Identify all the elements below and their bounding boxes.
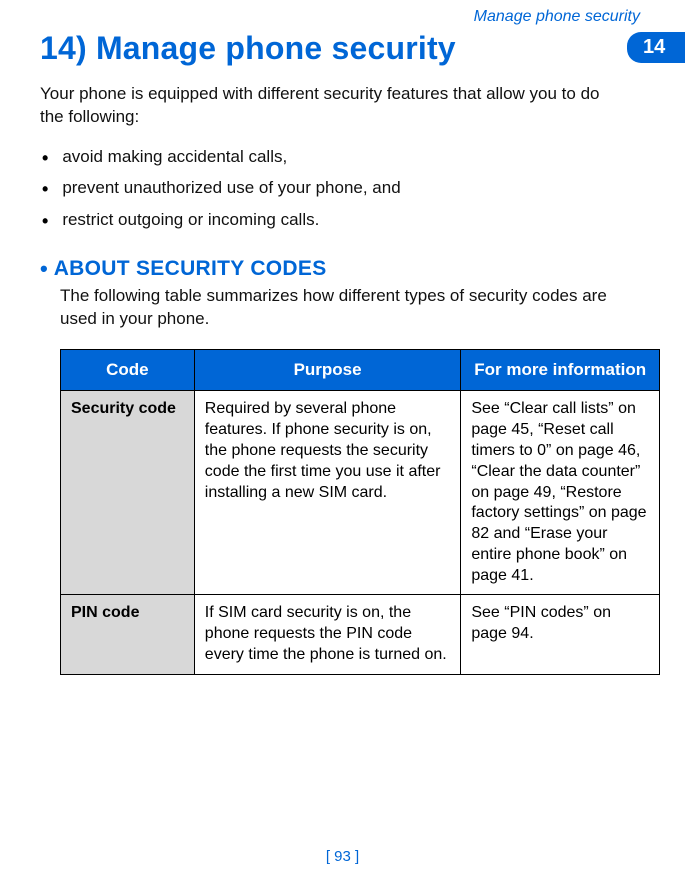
chapter-title-text: Manage phone security	[96, 30, 456, 66]
table-row: PIN code If SIM card security is on, the…	[61, 595, 660, 674]
table-header-row: Code Purpose For more information	[61, 349, 660, 390]
section-title: ABOUT SECURITY CODES	[54, 257, 327, 281]
list-item-text: prevent unauthorized use of your phone, …	[62, 178, 400, 198]
list-item: • restrict outgoing or incoming calls.	[40, 206, 640, 237]
chapter-number: 14)	[40, 30, 87, 66]
chapter-tab: 14	[627, 32, 685, 63]
table-row: Security code Required by several phone …	[61, 391, 660, 595]
section-title-row: • ABOUT SECURITY CODES	[40, 257, 640, 281]
security-codes-table: Code Purpose For more information Securi…	[60, 349, 660, 675]
th-purpose: Purpose	[194, 349, 461, 390]
running-head: Manage phone security	[40, 8, 640, 26]
list-item: • prevent unauthorized use of your phone…	[40, 174, 640, 205]
feature-list: • avoid making accidental calls, • preve…	[40, 143, 640, 237]
cell-code: PIN code	[61, 595, 195, 674]
chapter-title: 14) Manage phone security	[40, 30, 456, 67]
bullet-icon: •	[42, 210, 48, 233]
th-code: Code	[61, 349, 195, 390]
cell-purpose: If SIM card security is on, the phone re…	[194, 595, 461, 674]
section-bullet-icon: •	[40, 258, 48, 280]
cell-more-info: See “PIN codes” on page 94.	[461, 595, 660, 674]
list-item: • avoid making accidental calls,	[40, 143, 640, 174]
cell-purpose: Required by several phone features. If p…	[194, 391, 461, 595]
page-number: [ 93 ]	[0, 848, 685, 865]
section-intro: The following table summarizes how diffe…	[60, 285, 620, 331]
intro-paragraph: Your phone is equipped with different se…	[40, 83, 620, 129]
cell-code: Security code	[61, 391, 195, 595]
th-more-info: For more information	[461, 349, 660, 390]
list-item-text: restrict outgoing or incoming calls.	[62, 210, 319, 230]
chapter-title-row: 14) Manage phone security 14	[40, 30, 640, 67]
cell-more-info: See “Clear call lists” on page 45, “Rese…	[461, 391, 660, 595]
bullet-icon: •	[42, 147, 48, 170]
list-item-text: avoid making accidental calls,	[62, 147, 287, 167]
bullet-icon: •	[42, 178, 48, 201]
